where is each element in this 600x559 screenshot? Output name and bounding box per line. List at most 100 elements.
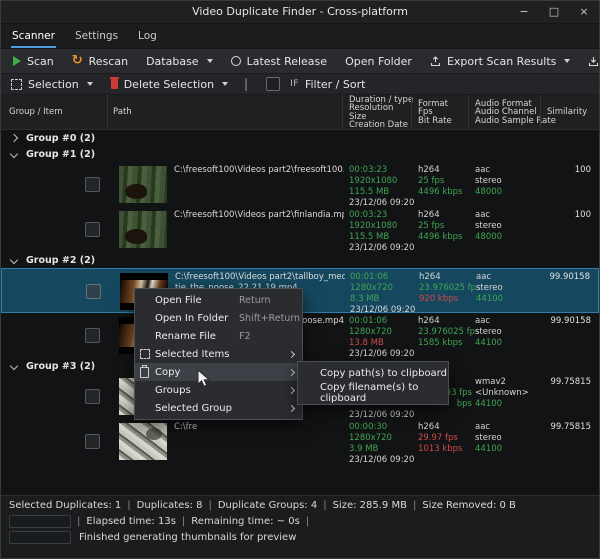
stat-column: 00:01:06 1280x720 13.8 MB 23/12/06 09:20 <box>349 316 414 360</box>
mouse-cursor <box>197 369 211 387</box>
stat-column: 00:00:30 1280x720 3.9 MB 23/12/06 09:20 <box>349 422 414 466</box>
selection-toolbar: Selection Delete Selection | IF Filter /… <box>1 74 599 95</box>
tab-scanner[interactable]: Scanner <box>11 27 56 48</box>
stat-line: h264 <box>418 165 440 175</box>
latest-release-button[interactable]: Latest Release <box>230 54 328 68</box>
stat-column: h264 25 fps 4496 kbps <box>418 210 472 243</box>
header-format[interactable]: Format Fps Bit Rate <box>418 100 452 126</box>
stat-line: aac <box>475 165 491 175</box>
app-window: Video Duplicate Finder - Cross-platform … <box>0 0 600 559</box>
group-header[interactable]: Group #2 (2) <box>1 252 599 268</box>
title-bar[interactable]: Video Duplicate Finder - Cross-platform … <box>1 1 599 24</box>
stat-line: <Unknown> <box>475 388 529 398</box>
row-checkbox[interactable] <box>85 177 100 192</box>
similarity-value: 99.75815 <box>550 377 591 387</box>
header-line: Creation Date <box>349 120 408 131</box>
submenu-item-copy-path-s-to-clipboard[interactable]: Copy path(s) to clipboard <box>298 364 448 383</box>
dropdown-caret-icon <box>86 82 93 86</box>
file-path: C:\freesoft100\Videos part2\finlandia.mp… <box>174 210 344 221</box>
header-path[interactable]: Path <box>113 108 132 117</box>
maximize-button[interactable]: □ <box>539 1 569 23</box>
path-line: C:\freesoft100\Videos part2\freesoft100.… <box>174 165 344 175</box>
menu-item-open-in-folder[interactable]: Open In Folder Shift+Return <box>135 309 302 327</box>
duplicate-row[interactable]: C:\fre 00:00:30 1280x720 3.9 MB 23/12/06 09:… <box>1 419 599 466</box>
minimize-button[interactable]: − <box>509 1 539 23</box>
column-divider <box>540 95 541 129</box>
stat-line: 23.976025 fps <box>418 327 480 337</box>
database-dropdown[interactable]: Database <box>146 55 213 68</box>
export-scan-results-dropdown[interactable]: Export Scan Results <box>430 54 571 68</box>
status-stat: Size: 285.9 MB <box>332 500 407 511</box>
header-audio[interactable]: Audio Format Audio Channel Audio Sample … <box>475 100 556 126</box>
status-stat: Selected Duplicates: 1 <box>9 500 122 511</box>
delete-selection-dropdown[interactable]: Delete Selection <box>109 77 229 91</box>
row-checkbox[interactable] <box>86 284 101 299</box>
status-stats: Selected Duplicates: 1 | Duplicates: 8 | Dup… <box>9 500 516 511</box>
menu-shortcut: Return <box>239 294 271 306</box>
close-button[interactable]: × <box>569 1 599 23</box>
stat-line: 00:01:06 <box>349 316 388 326</box>
stat-line: 3.9 MB <box>349 444 379 454</box>
scan-button[interactable]: Scan <box>13 55 54 68</box>
thumbnail-progress-bar <box>9 531 71 544</box>
video-thumbnail <box>119 211 167 248</box>
status-stat: Size Removed: 0 B <box>422 500 516 511</box>
menu-item-selected-items[interactable]: Selected Items <box>135 345 302 363</box>
import-scan-results-dropdown[interactable]: Import Scan Results <box>588 55 599 68</box>
header-group-item[interactable]: Group / Item <box>9 108 63 117</box>
row-checkbox[interactable] <box>85 434 100 449</box>
stat-column: 00:03:23 1920x1080 115.5 MB 23/12/06 09:20 <box>349 210 414 254</box>
row-checkbox[interactable] <box>85 389 100 404</box>
column-divider <box>468 95 469 129</box>
filter-checkbox[interactable] <box>266 77 281 91</box>
header-duration[interactable]: Duration / type Resolution Size Creation… <box>349 96 413 130</box>
filter-sort-control[interactable]: IF Filter / Sort <box>290 78 365 91</box>
chevron-down-icon[interactable] <box>9 255 19 265</box>
latest-release-label: Latest Release <box>246 54 328 68</box>
open-folder-button[interactable]: Open Folder <box>345 55 412 68</box>
chevron-down-icon[interactable] <box>9 361 19 371</box>
stat-column: aac stereo 44100 <box>475 422 541 455</box>
tab-log[interactable]: Log <box>137 27 158 48</box>
selection-icon <box>140 349 150 359</box>
stat-line: h264 <box>418 316 440 326</box>
menu-item-rename-file[interactable]: Rename File F2 <box>135 327 302 345</box>
menu-item-label: Copy <box>155 366 181 378</box>
rescan-button[interactable]: ↻ Rescan <box>72 54 128 68</box>
dropdown-caret-icon <box>222 82 229 86</box>
duplicate-row[interactable]: C:\freesoft100\Videos part2\freesoft100.… <box>1 162 599 208</box>
menu-item-label: Open In Folder <box>155 312 229 324</box>
stat-line: 44100 <box>475 338 503 348</box>
toolbar-separator: | <box>244 77 249 91</box>
row-checkbox[interactable] <box>85 222 100 237</box>
tab-settings[interactable]: Settings <box>74 27 119 48</box>
chevron-down-icon[interactable] <box>9 149 19 159</box>
chevron-right-icon[interactable] <box>9 133 19 143</box>
group-header[interactable]: Group #1 (2) <box>1 146 599 162</box>
duplicate-row[interactable]: C:\freesoft100\Videos part2\finlandia.mp… <box>1 207 599 254</box>
stat-line: h264 <box>418 210 440 220</box>
submenu-item-copy-filename-s-to-clipboard[interactable]: Copy filename(s) to clipboard <box>298 382 448 404</box>
selection-label: Selection <box>28 77 79 91</box>
export-label: Export Scan Results <box>446 54 557 68</box>
menu-item-groups[interactable]: Groups <box>135 381 302 399</box>
menu-item-label: Selected Items <box>155 348 230 360</box>
selection-dropdown[interactable]: Selection <box>11 78 93 91</box>
menu-item-copy[interactable]: Copy <box>135 363 302 381</box>
stat-line: 00:01:06 <box>350 272 389 282</box>
context-menu: Open File Return Open In Folder Shift+Retur… <box>134 288 303 420</box>
menu-item-selected-group[interactable]: Selected Group <box>135 399 302 417</box>
filter-icon: IF <box>290 79 299 89</box>
path-line: C:\freesoft100\Videos part2\tallboy_medi… <box>175 272 345 282</box>
play-icon <box>13 56 21 66</box>
trash-icon <box>109 77 119 89</box>
header-similarity[interactable]: Similarity <box>547 108 587 117</box>
stat-line: 44100 <box>476 294 504 304</box>
video-thumbnail <box>119 423 167 460</box>
group-header[interactable]: Group #0 (2) <box>1 130 599 146</box>
menu-shortcut: Shift+Return <box>239 312 301 324</box>
scan-label: Scan <box>27 54 54 68</box>
stat-line: 00:00:30 <box>349 422 388 432</box>
menu-item-open-file[interactable]: Open File Return <box>135 291 302 309</box>
row-checkbox[interactable] <box>85 328 100 343</box>
